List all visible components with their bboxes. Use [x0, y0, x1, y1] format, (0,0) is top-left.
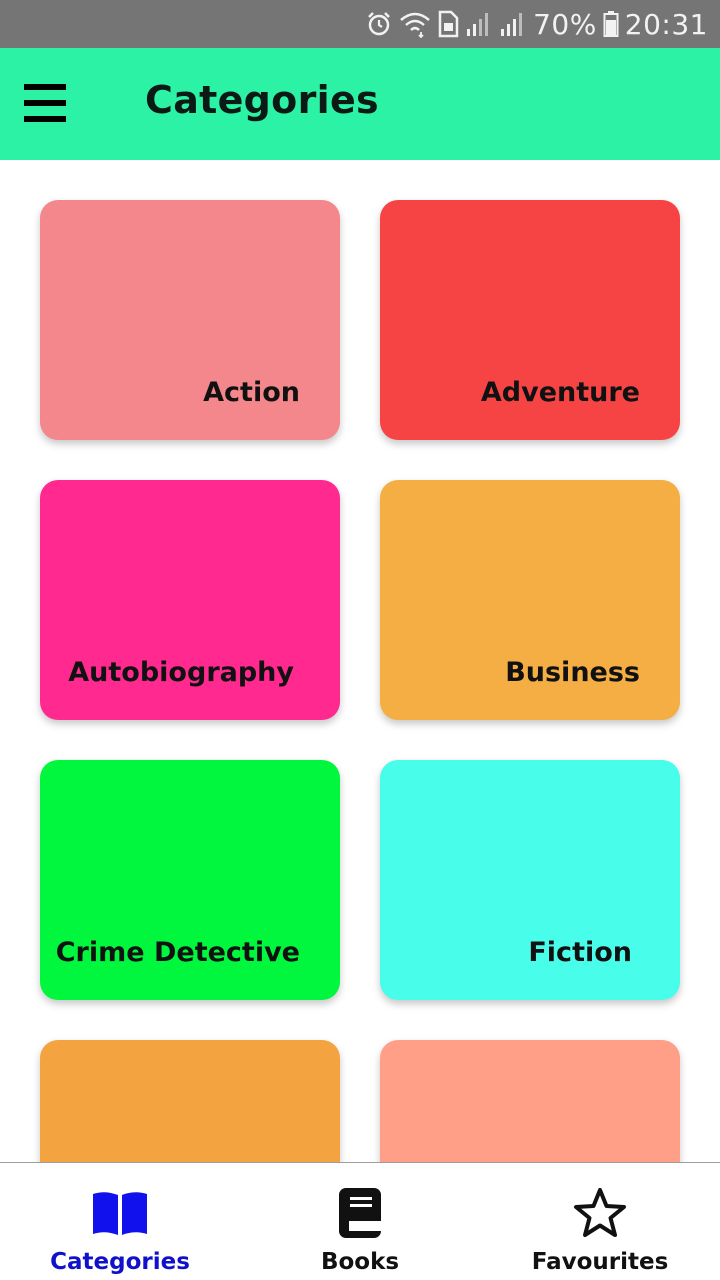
menu-button[interactable] [16, 74, 74, 132]
category-card-fiction[interactable]: Fiction [380, 760, 680, 1000]
category-card-crime-detective[interactable]: Crime Detective [40, 760, 340, 1000]
category-card-adventure[interactable]: Adventure [380, 200, 680, 440]
nav-item-categories[interactable]: Categories [0, 1163, 240, 1280]
category-label: Fiction [528, 937, 632, 968]
category-card[interactable] [40, 1040, 340, 1162]
sim-icon [437, 10, 459, 38]
category-card-autobiography[interactable]: Autobiography [40, 480, 340, 720]
wifi-icon [399, 10, 431, 38]
category-card[interactable] [380, 1040, 680, 1162]
nav-item-books[interactable]: Books [240, 1163, 480, 1280]
nav-label: Categories [50, 1249, 190, 1275]
signal-icon [465, 11, 493, 37]
status-bar: 70% 20:31 [0, 0, 720, 48]
category-label: Adventure [480, 377, 640, 408]
nav-label: Books [320, 1249, 400, 1275]
battery-percent: 70% [533, 7, 597, 41]
category-card-action[interactable]: Action [40, 200, 340, 440]
category-label: Action [203, 377, 300, 408]
book-icon [337, 1187, 383, 1239]
category-list[interactable]: Action Adventure Autobiography Business … [0, 160, 720, 1162]
bottom-navigation: Categories Books Favourites [0, 1162, 720, 1280]
category-card-business[interactable]: Business [380, 480, 680, 720]
signal-icon [499, 11, 527, 37]
category-label: Autobiography [68, 657, 294, 688]
category-label: Crime Detective [55, 937, 300, 968]
screen: 70% 20:31 Categories Action Adventure Au… [0, 0, 720, 1280]
category-grid: Action Adventure Autobiography Business … [40, 200, 680, 1162]
battery-icon [603, 10, 619, 38]
category-label: Business [505, 657, 640, 688]
nav-item-favourites[interactable]: Favourites [480, 1163, 720, 1280]
page-title: Categories [145, 78, 379, 122]
star-outline-icon [573, 1187, 627, 1239]
open-book-icon [91, 1187, 149, 1239]
nav-label: Favourites [531, 1249, 669, 1275]
alarm-icon [365, 10, 393, 38]
clock-time: 20:31 [624, 7, 708, 41]
hamburger-menu-icon [24, 84, 66, 122]
app-bar: Categories [0, 48, 720, 160]
